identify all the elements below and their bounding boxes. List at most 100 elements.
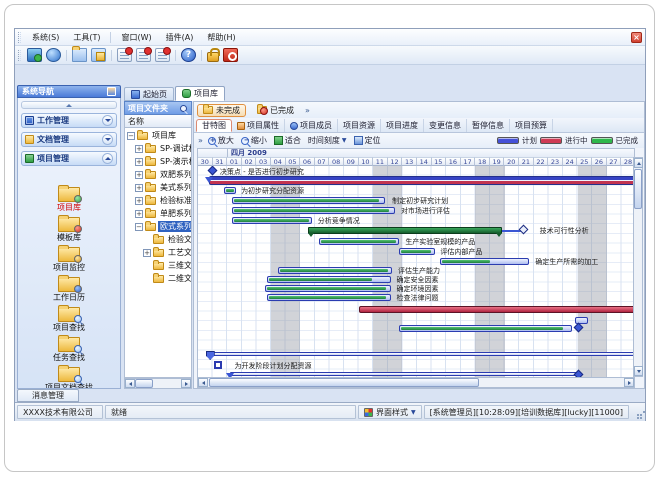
tree-row-SP-演示机系[interactable]: +SP-演示机系 <box>125 155 191 168</box>
sidebar-item-任务查找[interactable]: 任务查找 <box>18 337 120 366</box>
sidebar-group-1[interactable]: 工作管理 <box>21 113 117 128</box>
gantt-tab-暂停信息[interactable]: 暂停信息 <box>467 119 510 132</box>
message-management-tab[interactable]: 消息管理 <box>17 389 79 402</box>
collapse-minus-icon[interactable]: − <box>135 223 143 231</box>
gantt-tab-项目进度[interactable]: 项目进度 <box>381 119 424 132</box>
scroll-thumb[interactable] <box>209 378 479 387</box>
tool-时间刻度[interactable]: 时间刻度▼ <box>306 134 349 147</box>
gantt-bar[interactable] <box>209 176 635 185</box>
gantt-bar[interactable] <box>440 258 529 265</box>
gantt-tab-项目属性[interactable]: 项目属性 <box>232 119 285 132</box>
sidebar-item-项目查找[interactable]: 项目查找 <box>18 307 120 336</box>
tool-缩小[interactable]: 缩小 <box>239 134 269 147</box>
gantt-bar[interactable] <box>265 285 391 292</box>
gantt-tab-项目成员[interactable]: 项目成员 <box>285 119 338 132</box>
report-alert-icon[interactable] <box>136 48 151 62</box>
chevron-down-icon[interactable] <box>102 134 113 145</box>
scroll-right-icon[interactable] <box>181 379 191 388</box>
tree-row-双肥系列[interactable]: +双肥系列 <box>125 168 191 181</box>
filter-未完成[interactable]: 未完成 <box>197 104 246 117</box>
expand-plus-icon[interactable]: + <box>135 197 143 205</box>
menu-item-3[interactable]: 窗口(W) <box>114 30 158 45</box>
tree-column-header[interactable]: 名称 <box>124 115 192 128</box>
gantt-tab-甘特图[interactable]: 甘特图 <box>196 119 232 132</box>
gantt-bar[interactable] <box>399 248 434 255</box>
gantt-bar[interactable] <box>210 352 635 356</box>
gantt-bar[interactable] <box>267 294 391 301</box>
chevron-up-icon[interactable] <box>102 153 113 164</box>
marker-flag[interactable] <box>206 351 215 360</box>
resize-grip[interactable] <box>633 407 643 417</box>
close-tab-button[interactable]: × <box>631 32 642 43</box>
tab-起始页[interactable]: 起始页 <box>124 87 174 101</box>
scroll-thumb[interactable] <box>135 379 153 388</box>
sidebar-item-项目监控[interactable]: 项目监控 <box>18 247 120 276</box>
sidebar-item-项目库[interactable]: 项目库 <box>18 187 120 216</box>
gantt-vertical-scrollbar[interactable] <box>633 157 643 377</box>
expand-plus-icon[interactable]: + <box>135 171 143 179</box>
marker-diamond_hollow[interactable] <box>518 225 528 235</box>
scroll-up-icon[interactable] <box>634 158 643 168</box>
menu-item-1[interactable]: 系统(S) <box>25 30 66 45</box>
tab-项目库[interactable]: 项目库 <box>175 86 225 101</box>
filter-已完成[interactable]: 已完成 <box>251 104 300 117</box>
scroll-down-icon[interactable] <box>634 366 643 376</box>
expand-plus-icon[interactable]: + <box>135 145 143 153</box>
report-new-icon[interactable] <box>117 48 132 62</box>
tree-row-三维文件[interactable]: 三维文件 <box>125 259 191 272</box>
sidebar-header-button[interactable] <box>107 87 116 96</box>
gantt-bar[interactable] <box>232 197 385 204</box>
gantt-bar[interactable] <box>267 276 391 283</box>
gantt-bar[interactable] <box>232 207 396 214</box>
tree-row-项目库[interactable]: −项目库 <box>125 129 191 142</box>
scroll-right-icon[interactable] <box>624 378 634 387</box>
tool-定位[interactable]: 定位 <box>352 134 383 147</box>
sidebar-collapse-strip[interactable] <box>21 101 117 109</box>
gantt-bar[interactable] <box>278 267 392 274</box>
tree-row-欧式系列[interactable]: −欧式系列 <box>125 220 191 233</box>
sidebar-group-3[interactable]: 项目管理 <box>21 151 117 166</box>
pin-icon[interactable] <box>179 104 188 113</box>
scroll-left-icon[interactable] <box>198 378 208 387</box>
tree-row-工艺文件[interactable]: +工艺文件 <box>125 246 191 259</box>
folder-icon[interactable] <box>72 48 87 62</box>
gantt-bar[interactable] <box>359 306 635 313</box>
sidebar-item-工作日历[interactable]: 工作日历 <box>18 277 120 306</box>
gantt-bar[interactable] <box>319 238 399 245</box>
tool-适合[interactable]: 适合 <box>272 134 303 147</box>
tree-row-检验标准[interactable]: +检验标准 <box>125 194 191 207</box>
sidebar-item-项目文档查找[interactable]: 项目文档查找 <box>18 367 120 389</box>
toolbar-overflow-icon[interactable]: » <box>198 136 203 145</box>
exit-icon[interactable] <box>223 48 238 62</box>
gantt-horizontal-scrollbar[interactable] <box>197 377 635 388</box>
more-chevron-icon[interactable]: » <box>305 106 310 115</box>
menu-item-4[interactable]: 插件(A) <box>159 30 201 45</box>
expand-plus-icon[interactable]: + <box>135 158 143 166</box>
tree-row-二维文件[interactable]: 二维文件 <box>125 272 191 285</box>
marker-tri[interactable] <box>205 177 213 183</box>
marker-square[interactable] <box>214 361 222 369</box>
gantt-bar[interactable] <box>224 187 236 194</box>
gantt-tab-项目预算[interactable]: 项目预算 <box>510 119 553 132</box>
tool-放大[interactable]: 放大 <box>206 134 236 147</box>
web-icon[interactable] <box>46 48 61 62</box>
menu-item-2[interactable]: 工具(T) <box>66 30 107 45</box>
tree-row-SP-调试机系[interactable]: +SP-调试机系 <box>125 142 191 155</box>
expand-plus-icon[interactable]: + <box>143 249 151 257</box>
expand-plus-icon[interactable]: + <box>135 210 143 218</box>
scroll-left-icon[interactable] <box>125 379 135 388</box>
scroll-thumb[interactable] <box>634 169 642 209</box>
report-flag-icon[interactable] <box>155 48 170 62</box>
update-icon[interactable] <box>27 48 42 62</box>
gantt-tab-项目资源[interactable]: 项目资源 <box>338 119 381 132</box>
expand-plus-icon[interactable]: + <box>135 184 143 192</box>
tree-row-单肥系列[interactable]: +单肥系列 <box>125 207 191 220</box>
chevron-down-icon[interactable] <box>102 115 113 126</box>
marker-diamond[interactable] <box>207 166 217 175</box>
interface-style-button[interactable]: 界面样式 ▼ <box>358 405 422 419</box>
gantt-tab-变更信息[interactable]: 变更信息 <box>424 119 467 132</box>
collapse-minus-icon[interactable]: − <box>127 132 135 140</box>
sidebar-item-模板库[interactable]: 模板库 <box>18 217 120 246</box>
tree-row-美式系列[interactable]: +美式系列 <box>125 181 191 194</box>
folder-chart-icon[interactable] <box>91 48 106 62</box>
